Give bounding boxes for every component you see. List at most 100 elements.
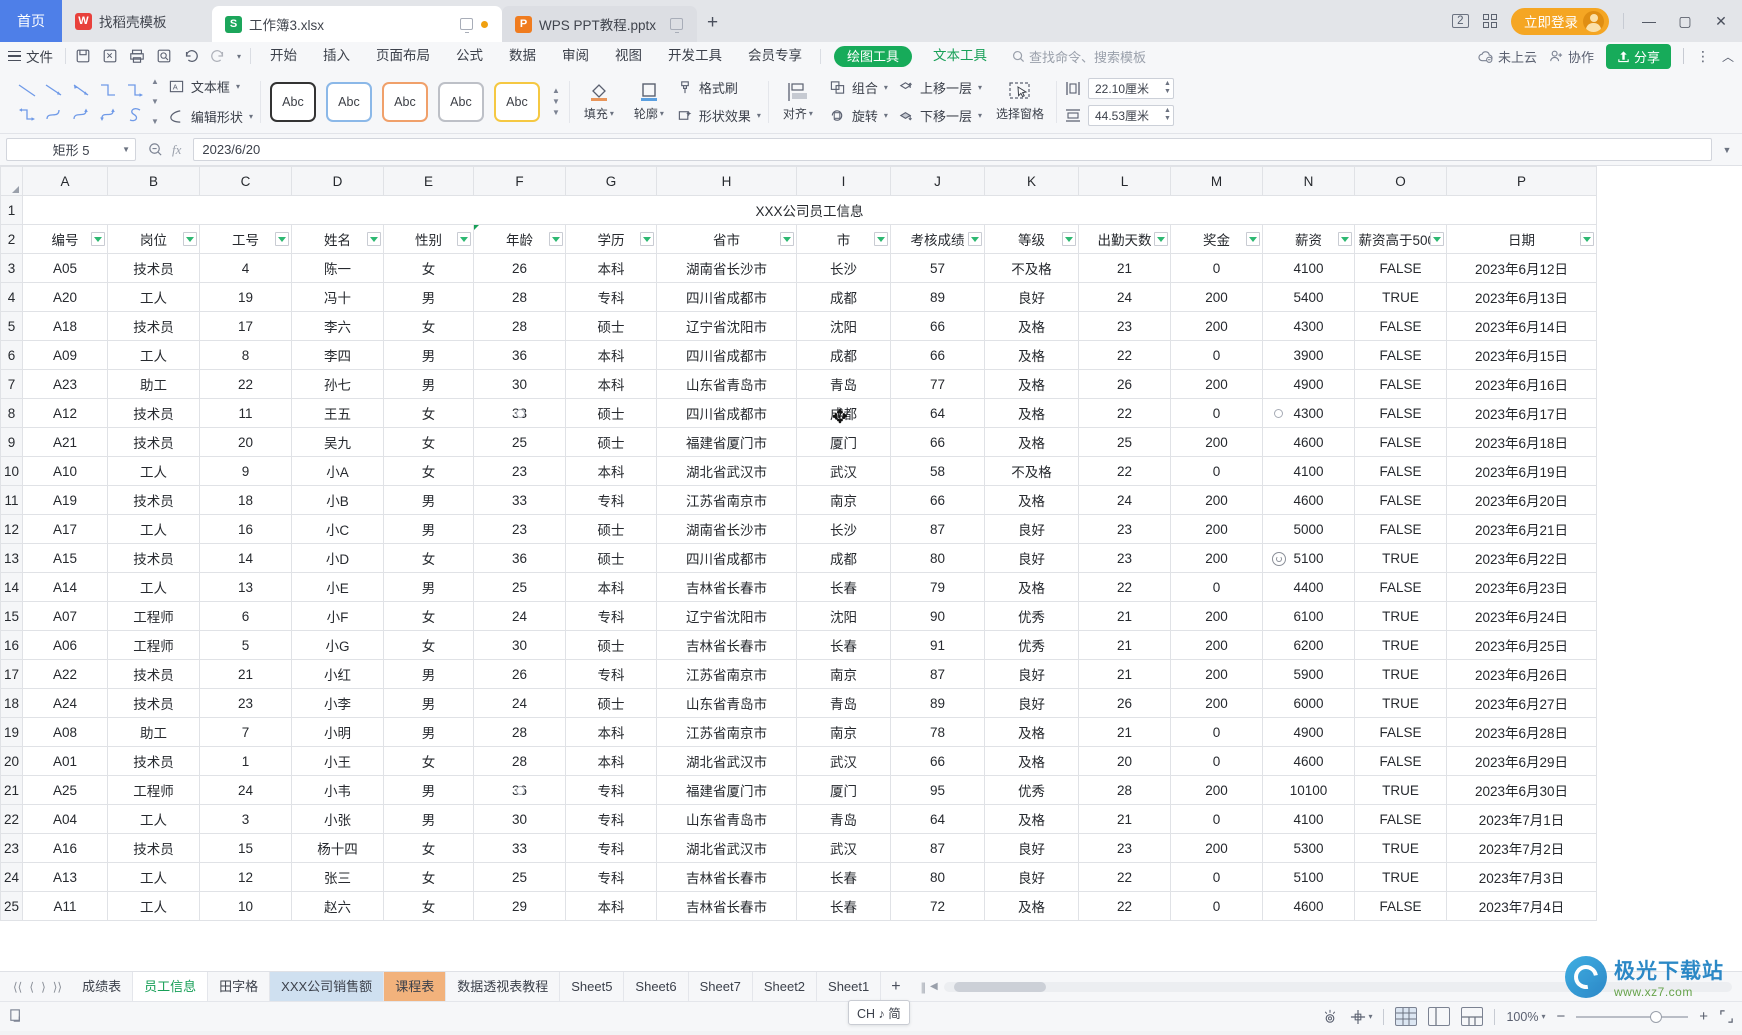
table-cell[interactable]: 28 xyxy=(473,311,566,341)
file-menu-button[interactable]: 文件 xyxy=(8,46,61,66)
table-cell[interactable]: 硕士 xyxy=(565,514,657,544)
table-cell[interactable]: 技术员 xyxy=(107,833,200,863)
table-cell[interactable]: 2023年6月21日 xyxy=(1446,514,1597,544)
table-cell[interactable]: 5300 xyxy=(1262,833,1355,863)
table-cell[interactable]: 21 xyxy=(1078,630,1171,660)
table-cell[interactable]: 青岛 xyxy=(796,688,891,718)
column-header-O[interactable]: O xyxy=(1354,166,1447,196)
table-cell[interactable]: 及格 xyxy=(984,572,1079,602)
table-cell[interactable]: 本科 xyxy=(565,717,657,747)
sheet-tab[interactable]: Sheet1 xyxy=(817,971,882,1002)
table-cell[interactable]: 6200 xyxy=(1262,630,1355,660)
table-cell[interactable]: 200 xyxy=(1170,775,1263,805)
app-grid-icon[interactable] xyxy=(1482,13,1497,29)
table-cell[interactable]: 30 xyxy=(473,630,566,660)
table-cell[interactable]: 硕士 xyxy=(565,427,657,457)
table-cell[interactable]: TRUE xyxy=(1354,833,1447,863)
table-cell[interactable]: 23 xyxy=(1078,833,1171,863)
row-header[interactable]: 24 xyxy=(0,862,23,892)
table-cell[interactable]: 10100 xyxy=(1262,775,1355,805)
table-cell[interactable]: A13 xyxy=(22,862,108,892)
table-cell[interactable]: 辽宁省沈阳市 xyxy=(656,311,797,341)
column-header-N[interactable]: N xyxy=(1262,166,1355,196)
table-cell[interactable]: 湖北省武汉市 xyxy=(656,456,797,486)
table-cell[interactable]: 良好 xyxy=(984,282,1079,312)
table-cell[interactable]: 2023年6月26日 xyxy=(1446,659,1597,689)
table-cell[interactable]: 青岛 xyxy=(796,804,891,834)
row-header[interactable]: 7 xyxy=(0,369,23,399)
filter-dropdown-icon[interactable] xyxy=(968,232,982,246)
shape-handle-right-top[interactable] xyxy=(1274,409,1283,418)
table-cell[interactable]: 长春 xyxy=(796,891,891,921)
table-cell[interactable]: 2023年6月15日 xyxy=(1446,340,1597,370)
filter-dropdown-icon[interactable] xyxy=(367,232,381,246)
table-cell[interactable]: 2023年6月13日 xyxy=(1446,282,1597,312)
maximize-button[interactable]: ▢ xyxy=(1674,13,1696,30)
table-cell[interactable]: 及格 xyxy=(984,891,1079,921)
table-cell[interactable]: 80 xyxy=(890,862,985,892)
table-cell[interactable]: 吉林省长春市 xyxy=(656,630,797,660)
table-cell[interactable]: 陈一 xyxy=(291,253,384,283)
table-cell[interactable]: 23 xyxy=(1078,543,1171,573)
table-cell[interactable]: 江苏省南京市 xyxy=(656,659,797,689)
row-header[interactable]: 21 xyxy=(0,775,23,805)
table-cell[interactable]: 77 xyxy=(890,369,985,399)
table-cell[interactable]: 26 xyxy=(473,253,566,283)
table-cell[interactable]: FALSE xyxy=(1354,311,1447,341)
table-cell[interactable]: 4400 xyxy=(1262,572,1355,602)
table-cell[interactable]: A18 xyxy=(22,311,108,341)
table-cell[interactable]: 2023年6月19日 xyxy=(1446,456,1597,486)
table-cell[interactable]: 25 xyxy=(473,572,566,602)
table-cell[interactable]: 武汉 xyxy=(796,833,891,863)
table-cell[interactable]: 专科 xyxy=(565,282,657,312)
chevron-down-icon[interactable]: ▾ xyxy=(884,111,888,120)
textbox-button[interactable]: A 文本框 ▾ xyxy=(168,77,253,96)
table-cell[interactable]: 95 xyxy=(890,775,985,805)
table-cell[interactable]: 不及格 xyxy=(984,253,1079,283)
table-cell[interactable]: 女 xyxy=(383,253,474,283)
tab-developer[interactable]: 开发工具 xyxy=(655,42,735,70)
arrow-shape-icon[interactable] xyxy=(43,81,65,99)
table-cell[interactable]: 6000 xyxy=(1262,688,1355,718)
table-cell[interactable]: 良好 xyxy=(984,543,1079,573)
gallery-scroll-down-icon[interactable]: ▼ xyxy=(151,97,159,106)
table-cell[interactable]: 200 xyxy=(1170,543,1263,573)
table-cell[interactable]: 0 xyxy=(1170,746,1263,776)
document-tab-workbook3[interactable]: S 工作簿3.xlsx xyxy=(212,6,502,42)
table-cell[interactable]: 女 xyxy=(383,311,474,341)
row-header[interactable]: 3 xyxy=(0,253,23,283)
table-cell[interactable]: FALSE xyxy=(1354,572,1447,602)
table-cell[interactable]: 5100 xyxy=(1262,862,1355,892)
new-tab-button[interactable]: + xyxy=(707,12,718,34)
elbow-connector-icon[interactable] xyxy=(97,81,119,99)
table-cell[interactable]: 2023年7月3日 xyxy=(1446,862,1597,892)
table-cell[interactable]: 长沙 xyxy=(796,514,891,544)
table-cell[interactable]: 10 xyxy=(199,891,292,921)
table-cell[interactable]: 2023年7月1日 xyxy=(1446,804,1597,834)
line-shapes-gallery[interactable] xyxy=(13,78,148,126)
table-cell[interactable]: 4600 xyxy=(1262,746,1355,776)
table-cell[interactable]: 吴九 xyxy=(291,427,384,457)
table-cell[interactable]: 成都 xyxy=(796,340,891,370)
filter-dropdown-icon[interactable] xyxy=(780,232,794,246)
filter-header-cell[interactable]: 薪资 xyxy=(1262,224,1355,254)
column-header-E[interactable]: E xyxy=(383,166,474,196)
table-cell[interactable]: 专科 xyxy=(565,862,657,892)
filter-dropdown-icon[interactable] xyxy=(91,232,105,246)
table-cell[interactable]: 7 xyxy=(199,717,292,747)
table-cell[interactable]: 工人 xyxy=(107,340,200,370)
customize-qat-icon[interactable]: ▾ xyxy=(237,52,241,61)
table-cell[interactable]: TRUE xyxy=(1354,775,1447,805)
filter-header-cell[interactable]: 省市 xyxy=(656,224,797,254)
table-cell[interactable]: 22 xyxy=(1078,398,1171,428)
table-cell[interactable]: 21 xyxy=(1078,717,1171,747)
send-backward-button[interactable]: 下移一层 ▾ xyxy=(897,106,982,125)
column-header-I[interactable]: I xyxy=(796,166,891,196)
table-cell[interactable]: 90 xyxy=(890,601,985,631)
filter-header-cell[interactable]: 奖金 xyxy=(1170,224,1263,254)
table-cell[interactable]: 男 xyxy=(383,659,474,689)
filter-dropdown-icon[interactable] xyxy=(640,232,654,246)
table-cell[interactable]: 23 xyxy=(199,688,292,718)
table-cell[interactable]: 小G xyxy=(291,630,384,660)
table-cell[interactable]: 28 xyxy=(1078,775,1171,805)
